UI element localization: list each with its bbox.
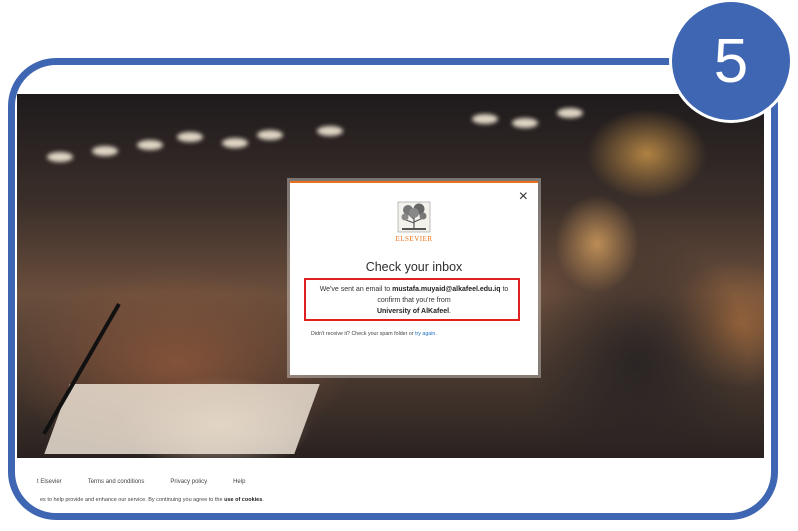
footer-link-privacy[interactable]: Privacy policy [170,479,207,485]
ceiling-light [177,132,203,142]
spam-text: Didn't receive it? Check your spam folde… [311,331,416,337]
footer-link-help[interactable]: Help [233,479,245,485]
footer-link-terms[interactable]: Terms and conditions [88,479,145,485]
ceiling-light [137,140,163,150]
close-icon[interactable]: × [519,189,528,205]
elsevier-wordmark: ELSEVIER [395,235,433,243]
msg-suffix: . [449,308,452,315]
dialog-title: Check your inbox [365,260,463,274]
check-inbox-dialog: × ELSEVIER Check your inbox We've sent a… [290,181,538,375]
spam-hint: Didn't receive it? Check your spam folde… [311,331,437,337]
elsevier-logo: ELSEVIER [394,201,434,245]
institution-name: University of AlKafeel [376,308,450,315]
ceiling-light [92,146,118,156]
cookie-text: es to help provide and enhance our servi… [40,497,225,503]
elsevier-tree-icon [397,201,431,233]
ceiling-light [472,114,498,124]
ceiling-light [257,130,283,140]
ceiling-light [47,152,73,162]
ceiling-light [317,126,343,136]
spam-suffix: . [435,331,437,337]
msg-prefix: We've sent an email to [319,286,393,293]
ceiling-light [557,108,583,118]
papers [44,384,320,454]
footer-links: t Elsevier Terms and conditions Privacy … [37,479,271,485]
try-again-link[interactable]: try again [415,331,435,337]
cookie-link[interactable]: use of cookies [224,497,262,503]
confirmation-message: We've sent an email to mustafa.muyaid@al… [310,284,518,317]
cookie-suffix: . [262,497,264,503]
cookie-notice: es to help provide and enhance our servi… [40,497,264,503]
email-address: mustafa.muyaid@alkafeel.edu.iq [392,286,501,293]
ceiling-light [512,118,538,128]
ceiling-light [222,138,248,148]
step-number-badge: 5 [672,2,790,120]
footer-link-about[interactable]: t Elsevier [37,479,62,485]
